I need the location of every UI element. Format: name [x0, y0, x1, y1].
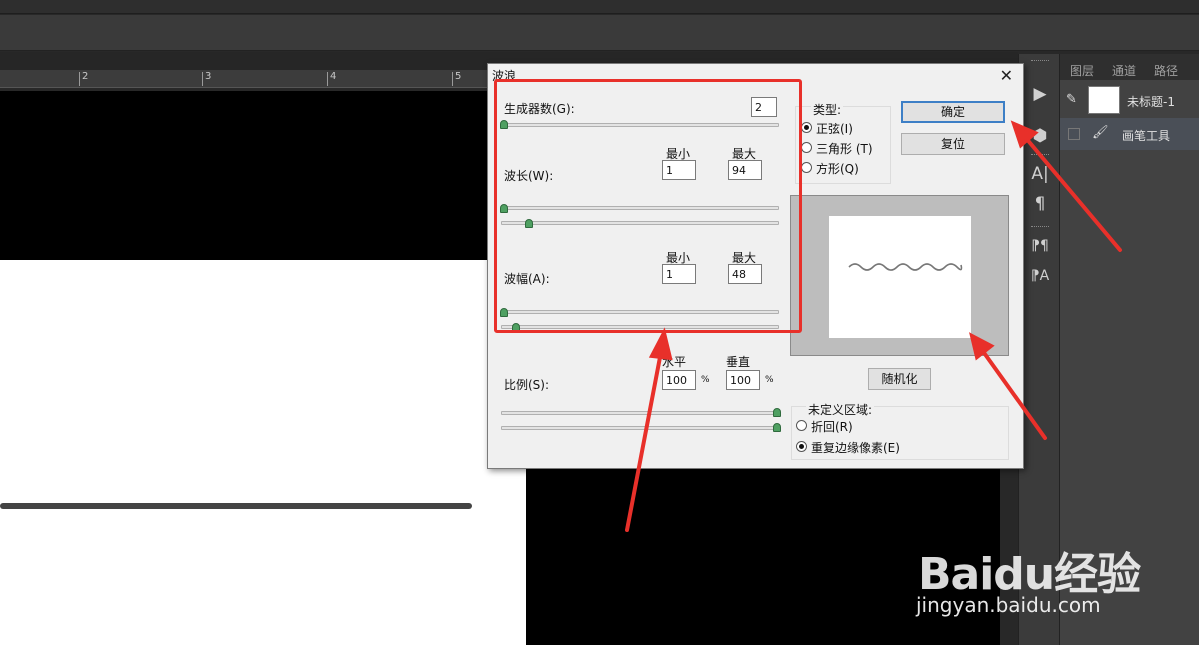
annotation-arrow-up: [625, 350, 663, 532]
annotation-arrow-preview: [980, 348, 1047, 440]
annotation-arrowhead-ok: [1010, 120, 1039, 149]
annotation-arrow-ok: [1023, 135, 1122, 252]
annotation-arrowhead-up: [648, 327, 673, 361]
annotation-arrowhead-preview: [969, 332, 995, 361]
watermark-url: jingyan.baidu.com: [916, 593, 1101, 617]
